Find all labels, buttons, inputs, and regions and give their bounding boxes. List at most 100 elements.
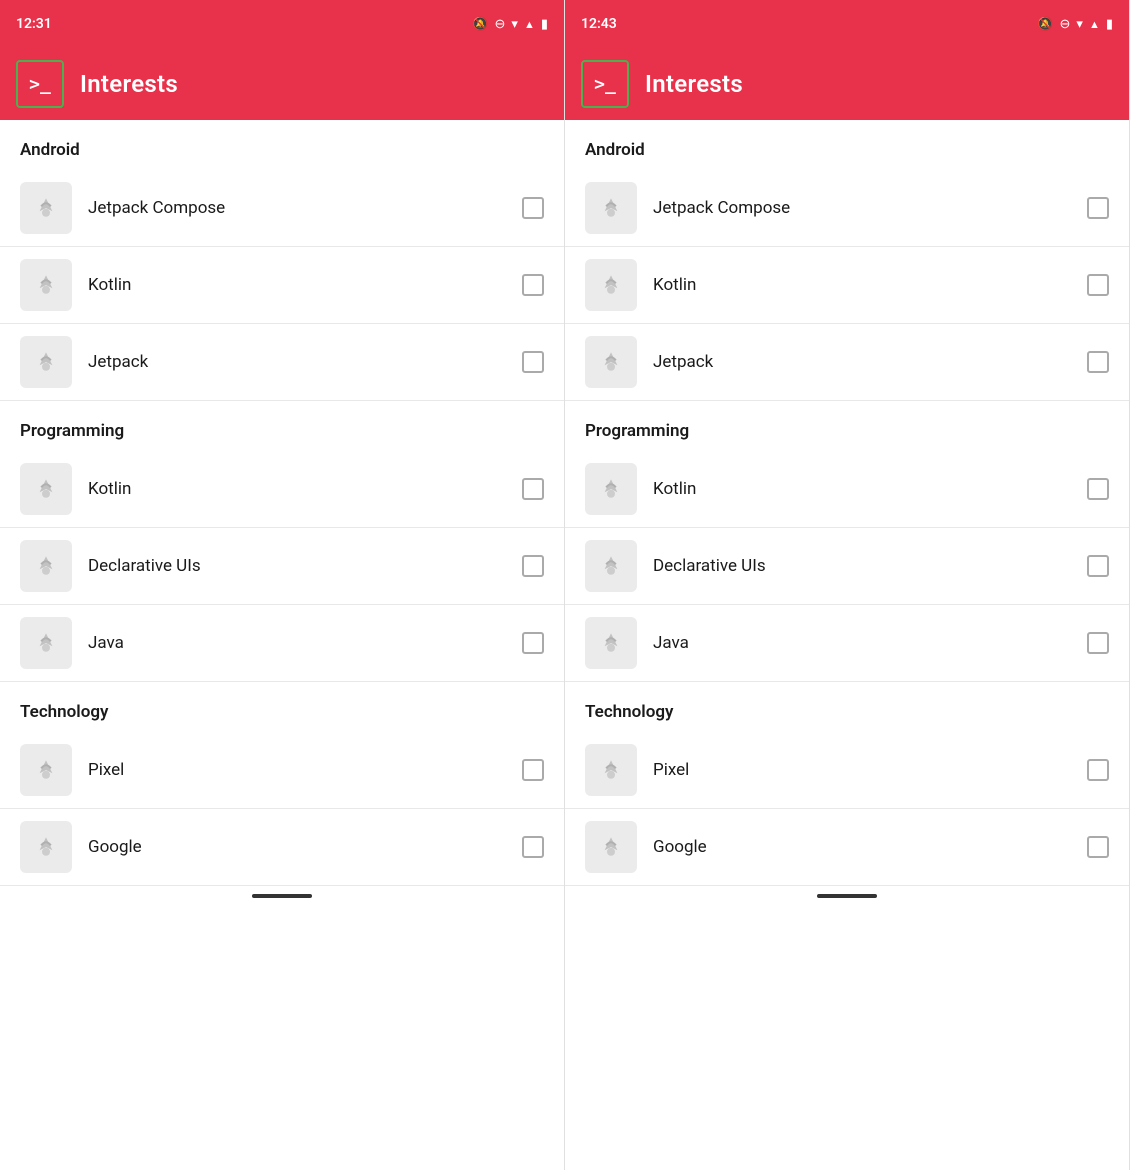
item-label: Declarative UIs <box>88 556 506 576</box>
status-time: 12:43 <box>581 16 617 32</box>
item-label: Kotlin <box>653 275 1071 295</box>
item-label: Jetpack <box>653 352 1071 372</box>
section-header-0: Android <box>0 120 564 170</box>
item-icon-box <box>585 336 637 388</box>
item-icon-box <box>585 182 637 234</box>
item-checkbox[interactable] <box>1087 351 1109 373</box>
item-icon-box <box>585 540 637 592</box>
item-label: Kotlin <box>88 479 506 499</box>
item-label: Jetpack <box>88 352 506 372</box>
status-bar: 12:31 🔕 ⊖ ▾ ▲ ▮ <box>0 0 564 48</box>
list-item[interactable]: Pixel <box>565 732 1129 809</box>
list-item[interactable]: Kotlin <box>0 247 564 324</box>
section-header-1: Programming <box>0 401 564 451</box>
app-title: Interests <box>645 70 743 98</box>
scroll-indicator <box>252 894 312 898</box>
item-icon-box <box>585 259 637 311</box>
item-icon-box <box>585 821 637 873</box>
item-icon-box <box>20 821 72 873</box>
app-logo-icon: >_ <box>29 74 51 95</box>
list-item[interactable]: Pixel <box>0 732 564 809</box>
item-label: Jetpack Compose <box>653 198 1071 218</box>
list-item[interactable]: Jetpack Compose <box>0 170 564 247</box>
item-checkbox[interactable] <box>522 197 544 219</box>
list-item[interactable]: Kotlin <box>0 451 564 528</box>
item-icon-box <box>585 463 637 515</box>
status-minus-icon: ⊖ <box>1060 17 1071 32</box>
status-signal-icon: ▲ <box>1089 18 1100 31</box>
item-label: Pixel <box>653 760 1071 780</box>
item-checkbox[interactable] <box>1087 478 1109 500</box>
phone-panel-right: 12:43 🔕 ⊖ ▾ ▲ ▮ >_ Interests Android <box>565 0 1130 1170</box>
status-bell-icon: 🔕 <box>472 17 488 32</box>
item-checkbox[interactable] <box>522 836 544 858</box>
item-icon-box <box>20 617 72 669</box>
item-checkbox[interactable] <box>1087 836 1109 858</box>
item-checkbox[interactable] <box>522 351 544 373</box>
status-wifi-icon: ▾ <box>511 17 518 32</box>
list-item[interactable]: Kotlin <box>565 247 1129 324</box>
item-checkbox[interactable] <box>1087 759 1109 781</box>
item-icon-box <box>20 259 72 311</box>
item-icon-box <box>20 182 72 234</box>
status-icons-group: 🔕 ⊖ ▾ ▲ ▮ <box>472 17 548 32</box>
item-checkbox[interactable] <box>522 478 544 500</box>
content-area: Android Jetpack Compose Kotl <box>0 120 564 1170</box>
list-item[interactable]: Declarative UIs <box>0 528 564 605</box>
item-checkbox[interactable] <box>1087 197 1109 219</box>
item-checkbox[interactable] <box>1087 632 1109 654</box>
item-checkbox[interactable] <box>1087 274 1109 296</box>
item-label: Jetpack Compose <box>88 198 506 218</box>
item-label: Kotlin <box>653 479 1071 499</box>
list-item[interactable]: Kotlin <box>565 451 1129 528</box>
list-item[interactable]: Declarative UIs <box>565 528 1129 605</box>
app-title: Interests <box>80 70 178 98</box>
section-header-2: Technology <box>0 682 564 732</box>
app-logo-icon: >_ <box>594 74 616 95</box>
section-header-0: Android <box>565 120 1129 170</box>
item-label: Java <box>88 633 506 653</box>
item-checkbox[interactable] <box>522 759 544 781</box>
item-checkbox[interactable] <box>522 274 544 296</box>
status-battery-icon: ▮ <box>541 17 548 32</box>
item-label: Pixel <box>88 760 506 780</box>
item-label: Declarative UIs <box>653 556 1071 576</box>
app-logo-box: >_ <box>16 60 64 108</box>
scroll-indicator <box>817 894 877 898</box>
status-battery-icon: ▮ <box>1106 17 1113 32</box>
list-item[interactable]: Jetpack Compose <box>565 170 1129 247</box>
item-icon-box <box>20 336 72 388</box>
item-icon-box <box>585 617 637 669</box>
item-checkbox[interactable] <box>1087 555 1109 577</box>
app-logo-box: >_ <box>581 60 629 108</box>
item-checkbox[interactable] <box>522 555 544 577</box>
status-time: 12:31 <box>16 16 52 32</box>
list-item[interactable]: Jetpack <box>0 324 564 401</box>
item-checkbox[interactable] <box>522 632 544 654</box>
list-item[interactable]: Google <box>565 809 1129 886</box>
item-icon-box <box>20 463 72 515</box>
phone-panel-left: 12:31 🔕 ⊖ ▾ ▲ ▮ >_ Interests Android <box>0 0 565 1170</box>
status-bar: 12:43 🔕 ⊖ ▾ ▲ ▮ <box>565 0 1129 48</box>
list-item[interactable]: Google <box>0 809 564 886</box>
item-label: Google <box>88 837 506 857</box>
status-icons-group: 🔕 ⊖ ▾ ▲ ▮ <box>1037 17 1113 32</box>
status-signal-icon: ▲ <box>524 18 535 31</box>
item-icon-box <box>20 540 72 592</box>
section-header-2: Technology <box>565 682 1129 732</box>
status-wifi-icon: ▾ <box>1076 17 1083 32</box>
item-icon-box <box>585 744 637 796</box>
app-bar: >_ Interests <box>0 48 564 120</box>
item-label: Kotlin <box>88 275 506 295</box>
list-item[interactable]: Java <box>565 605 1129 682</box>
section-header-1: Programming <box>565 401 1129 451</box>
list-item[interactable]: Jetpack <box>565 324 1129 401</box>
item-label: Google <box>653 837 1071 857</box>
list-item[interactable]: Java <box>0 605 564 682</box>
item-icon-box <box>20 744 72 796</box>
status-minus-icon: ⊖ <box>495 17 506 32</box>
content-area: Android Jetpack Compose Kotl <box>565 120 1129 1170</box>
app-bar: >_ Interests <box>565 48 1129 120</box>
status-bell-icon: 🔕 <box>1037 17 1053 32</box>
item-label: Java <box>653 633 1071 653</box>
